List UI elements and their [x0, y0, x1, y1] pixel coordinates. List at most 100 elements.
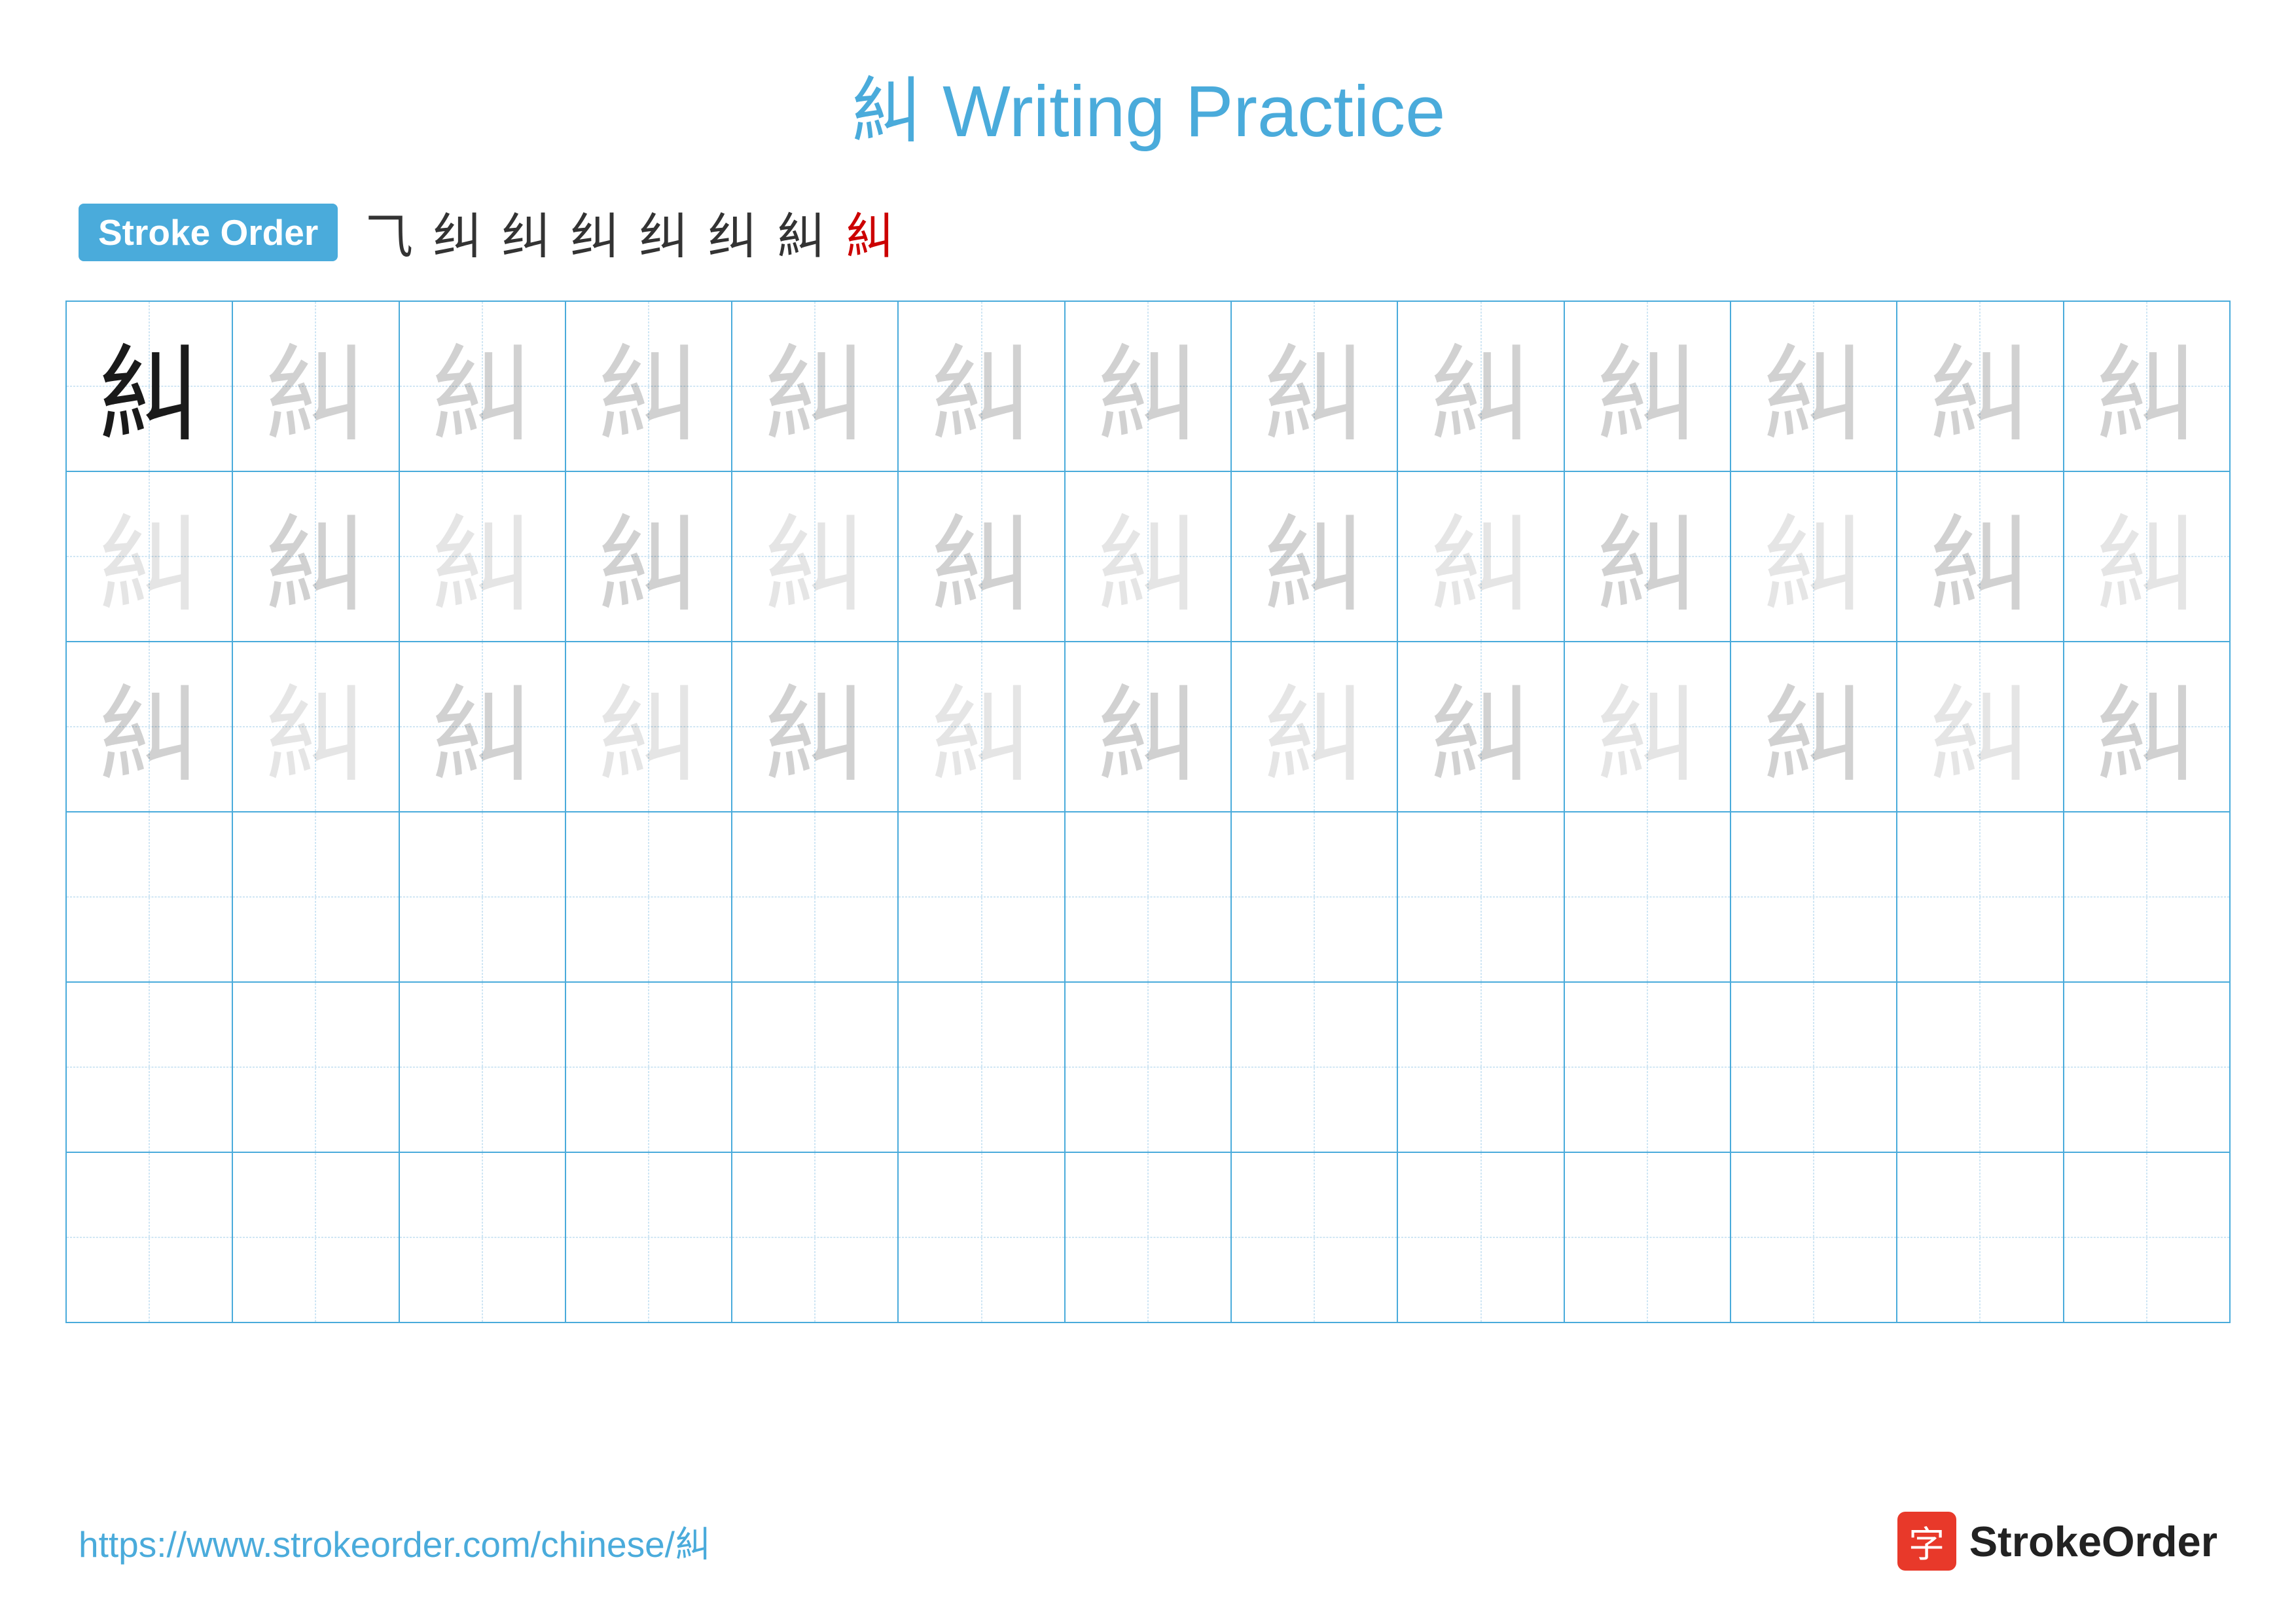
cell-5-6[interactable] — [898, 982, 1064, 1152]
char-guide: 糾 — [1096, 338, 1200, 454]
cell-5-13[interactable] — [2064, 982, 2230, 1152]
cell-3-12[interactable]: 糾 — [1897, 642, 2063, 812]
stroke-order-badge: Stroke Order — [79, 204, 338, 261]
grid-row-1: 糾 糾 糾 糾 糾 糾 糾 糾 糾 糾 糾 糾 糾 — [66, 301, 2230, 471]
cell-2-10[interactable]: 糾 — [1564, 471, 1731, 642]
cell-2-8[interactable]: 糾 — [1231, 471, 1397, 642]
char-guide: 糾 — [1928, 338, 2032, 454]
cell-1-2[interactable]: 糾 — [232, 301, 399, 471]
cell-3-1[interactable]: 糾 — [66, 642, 232, 812]
char-guide: 糾 — [2094, 338, 2199, 454]
cell-6-8[interactable] — [1231, 1152, 1397, 1322]
char-guide: 糾 — [1096, 678, 1200, 795]
cell-6-11[interactable] — [1731, 1152, 1897, 1322]
cell-5-10[interactable] — [1564, 982, 1731, 1152]
cell-2-3[interactable]: 糾 — [399, 471, 565, 642]
cell-3-4[interactable]: 糾 — [565, 642, 732, 812]
cell-5-7[interactable] — [1065, 982, 1231, 1152]
char-guide: 糾 — [762, 338, 867, 454]
footer-url[interactable]: https://www.strokeorder.com/chinese/糾 — [79, 1515, 711, 1567]
cell-3-3[interactable]: 糾 — [399, 642, 565, 812]
char-guide: 糾 — [97, 678, 202, 795]
cell-2-9[interactable]: 糾 — [1397, 471, 1564, 642]
cell-3-8[interactable]: 糾 — [1231, 642, 1397, 812]
cell-6-5[interactable] — [732, 1152, 898, 1322]
cell-1-10[interactable]: 糾 — [1564, 301, 1731, 471]
cell-1-8[interactable]: 糾 — [1231, 301, 1397, 471]
cell-2-4[interactable]: 糾 — [565, 471, 732, 642]
cell-6-9[interactable] — [1397, 1152, 1564, 1322]
cell-6-12[interactable] — [1897, 1152, 2063, 1322]
cell-2-6[interactable]: 糾 — [898, 471, 1064, 642]
cell-1-11[interactable]: 糾 — [1731, 301, 1897, 471]
char-guide: 糾 — [929, 678, 1034, 795]
char-guide: 糾 — [1761, 508, 1866, 625]
cell-4-10[interactable] — [1564, 812, 1731, 982]
cell-1-9[interactable]: 糾 — [1397, 301, 1564, 471]
cell-3-9[interactable]: 糾 — [1397, 642, 1564, 812]
cell-4-4[interactable] — [565, 812, 732, 982]
cell-4-6[interactable] — [898, 812, 1064, 982]
cell-4-9[interactable] — [1397, 812, 1564, 982]
stroke-5: 纠 — [639, 196, 688, 268]
cell-4-2[interactable] — [232, 812, 399, 982]
cell-6-4[interactable] — [565, 1152, 732, 1322]
cell-3-11[interactable]: 糾 — [1731, 642, 1897, 812]
cell-2-12[interactable]: 糾 — [1897, 471, 2063, 642]
cell-2-11[interactable]: 糾 — [1731, 471, 1897, 642]
cell-4-1[interactable] — [66, 812, 232, 982]
cell-5-4[interactable] — [565, 982, 732, 1152]
cell-5-9[interactable] — [1397, 982, 1564, 1152]
cell-4-13[interactable] — [2064, 812, 2230, 982]
cell-4-8[interactable] — [1231, 812, 1397, 982]
cell-1-5[interactable]: 糾 — [732, 301, 898, 471]
char-guide: 糾 — [1595, 508, 1700, 625]
cell-6-13[interactable] — [2064, 1152, 2230, 1322]
cell-5-11[interactable] — [1731, 982, 1897, 1152]
char-guide: 糾 — [430, 678, 535, 795]
cell-2-7[interactable]: 糾 — [1065, 471, 1231, 642]
cell-6-10[interactable] — [1564, 1152, 1731, 1322]
cell-4-3[interactable] — [399, 812, 565, 982]
cell-3-6[interactable]: 糾 — [898, 642, 1064, 812]
cell-3-10[interactable]: 糾 — [1564, 642, 1731, 812]
cell-1-3[interactable]: 糾 — [399, 301, 565, 471]
cell-4-11[interactable] — [1731, 812, 1897, 982]
cell-4-7[interactable] — [1065, 812, 1231, 982]
cell-6-1[interactable] — [66, 1152, 232, 1322]
cell-5-12[interactable] — [1897, 982, 2063, 1152]
cell-1-13[interactable]: 糾 — [2064, 301, 2230, 471]
cell-4-5[interactable] — [732, 812, 898, 982]
char-guide: 糾 — [430, 338, 535, 454]
char-guide: 糾 — [1429, 508, 1534, 625]
stroke-2: 纠 — [433, 196, 482, 268]
cell-1-6[interactable]: 糾 — [898, 301, 1064, 471]
cell-1-12[interactable]: 糾 — [1897, 301, 2063, 471]
cell-2-13[interactable]: 糾 — [2064, 471, 2230, 642]
cell-5-2[interactable] — [232, 982, 399, 1152]
cell-5-3[interactable] — [399, 982, 565, 1152]
cell-1-7[interactable]: 糾 — [1065, 301, 1231, 471]
stroke-order-row: Stroke Order ⺄ 纠 纠 纠 纠 纠 糾 糾 — [0, 196, 2296, 268]
cell-5-1[interactable] — [66, 982, 232, 1152]
cell-3-2[interactable]: 糾 — [232, 642, 399, 812]
char-guide: 糾 — [596, 678, 701, 795]
cell-2-1[interactable]: 糾 — [66, 471, 232, 642]
cell-5-8[interactable] — [1231, 982, 1397, 1152]
cell-1-4[interactable]: 糾 — [565, 301, 732, 471]
cell-6-2[interactable] — [232, 1152, 399, 1322]
cell-3-13[interactable]: 糾 — [2064, 642, 2230, 812]
practice-grid-container: 糾 糾 糾 糾 糾 糾 糾 糾 糾 糾 糾 糾 糾 糾 糾 糾 糾 糾 糾 糾 … — [0, 301, 2296, 1323]
cell-1-1[interactable]: 糾 — [66, 301, 232, 471]
cell-4-12[interactable] — [1897, 812, 2063, 982]
cell-3-7[interactable]: 糾 — [1065, 642, 1231, 812]
cell-6-3[interactable] — [399, 1152, 565, 1322]
page-title: 糾 Writing Practice — [0, 0, 2296, 196]
cell-3-5[interactable]: 糾 — [732, 642, 898, 812]
cell-2-5[interactable]: 糾 — [732, 471, 898, 642]
cell-6-6[interactable] — [898, 1152, 1064, 1322]
char-guide: 糾 — [2094, 508, 2199, 625]
cell-5-5[interactable] — [732, 982, 898, 1152]
cell-6-7[interactable] — [1065, 1152, 1231, 1322]
cell-2-2[interactable]: 糾 — [232, 471, 399, 642]
